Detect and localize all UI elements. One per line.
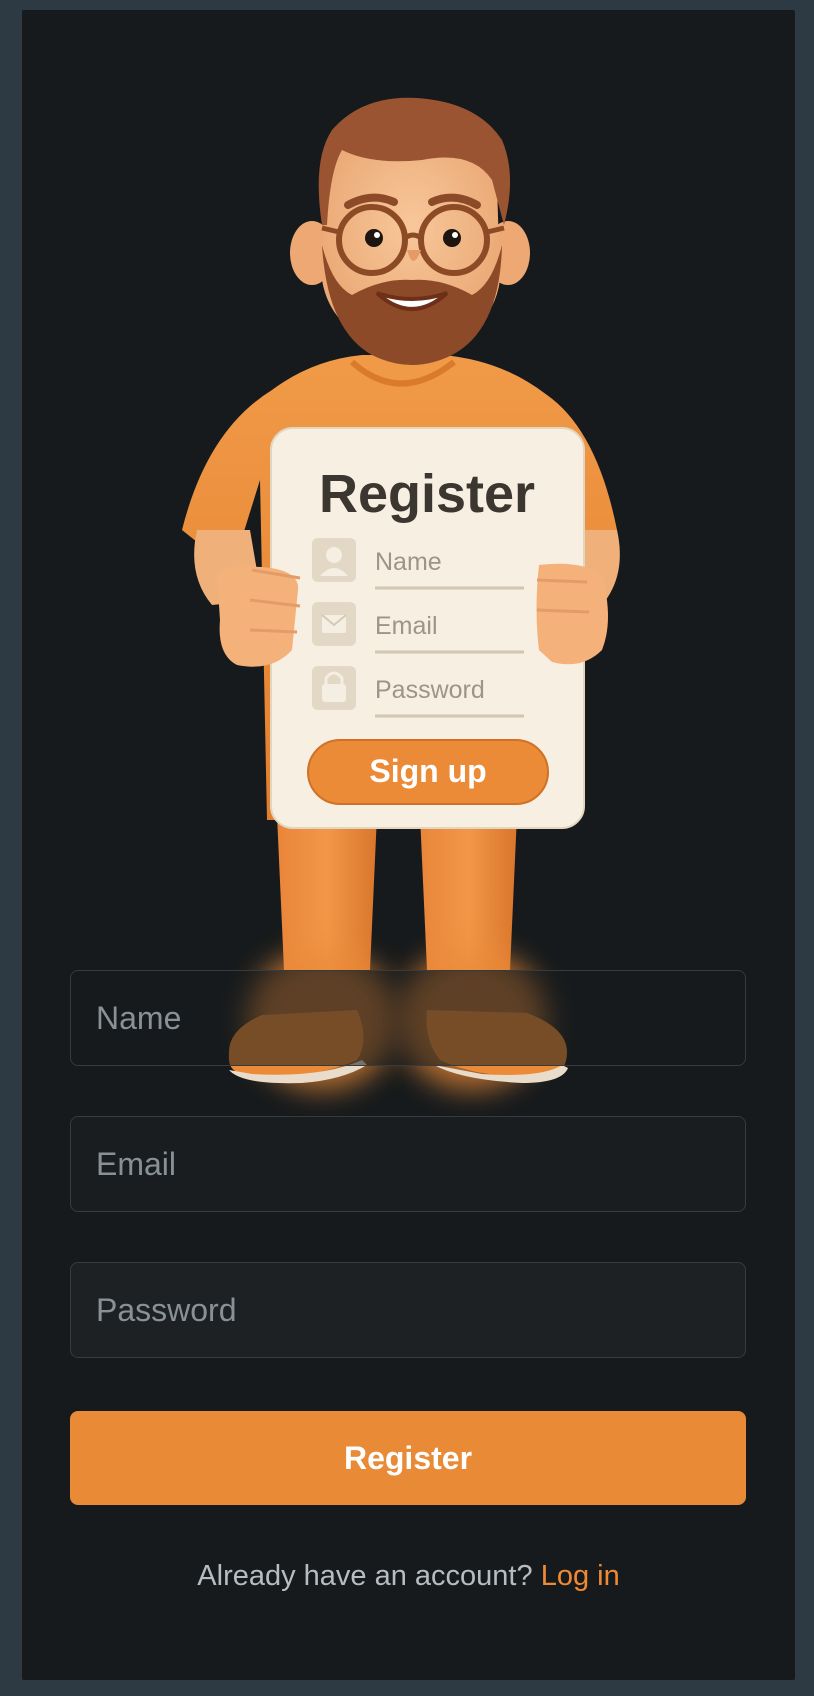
card-title: Register — [319, 464, 535, 524]
card-email-label: Email — [375, 612, 438, 640]
login-prompt-text: Already have an account? — [197, 1560, 541, 1592]
password-input[interactable] — [70, 1262, 746, 1358]
name-input[interactable] — [70, 970, 746, 1066]
login-link[interactable]: Log in — [541, 1560, 620, 1592]
left-hand — [217, 566, 299, 667]
right-leg — [420, 815, 517, 970]
card-name-label: Name — [375, 548, 442, 576]
card-password-label: Password — [375, 676, 485, 704]
right-hand — [536, 563, 608, 665]
login-prompt: Already have an account? Log in — [22, 1560, 795, 1593]
card-signup-label: Sign up — [369, 753, 486, 789]
email-input[interactable] — [70, 1116, 746, 1212]
left-leg — [277, 815, 377, 970]
register-button[interactable]: Register — [70, 1411, 746, 1505]
register-panel: Register Name Email Password Sign up Nam… — [22, 10, 795, 1680]
